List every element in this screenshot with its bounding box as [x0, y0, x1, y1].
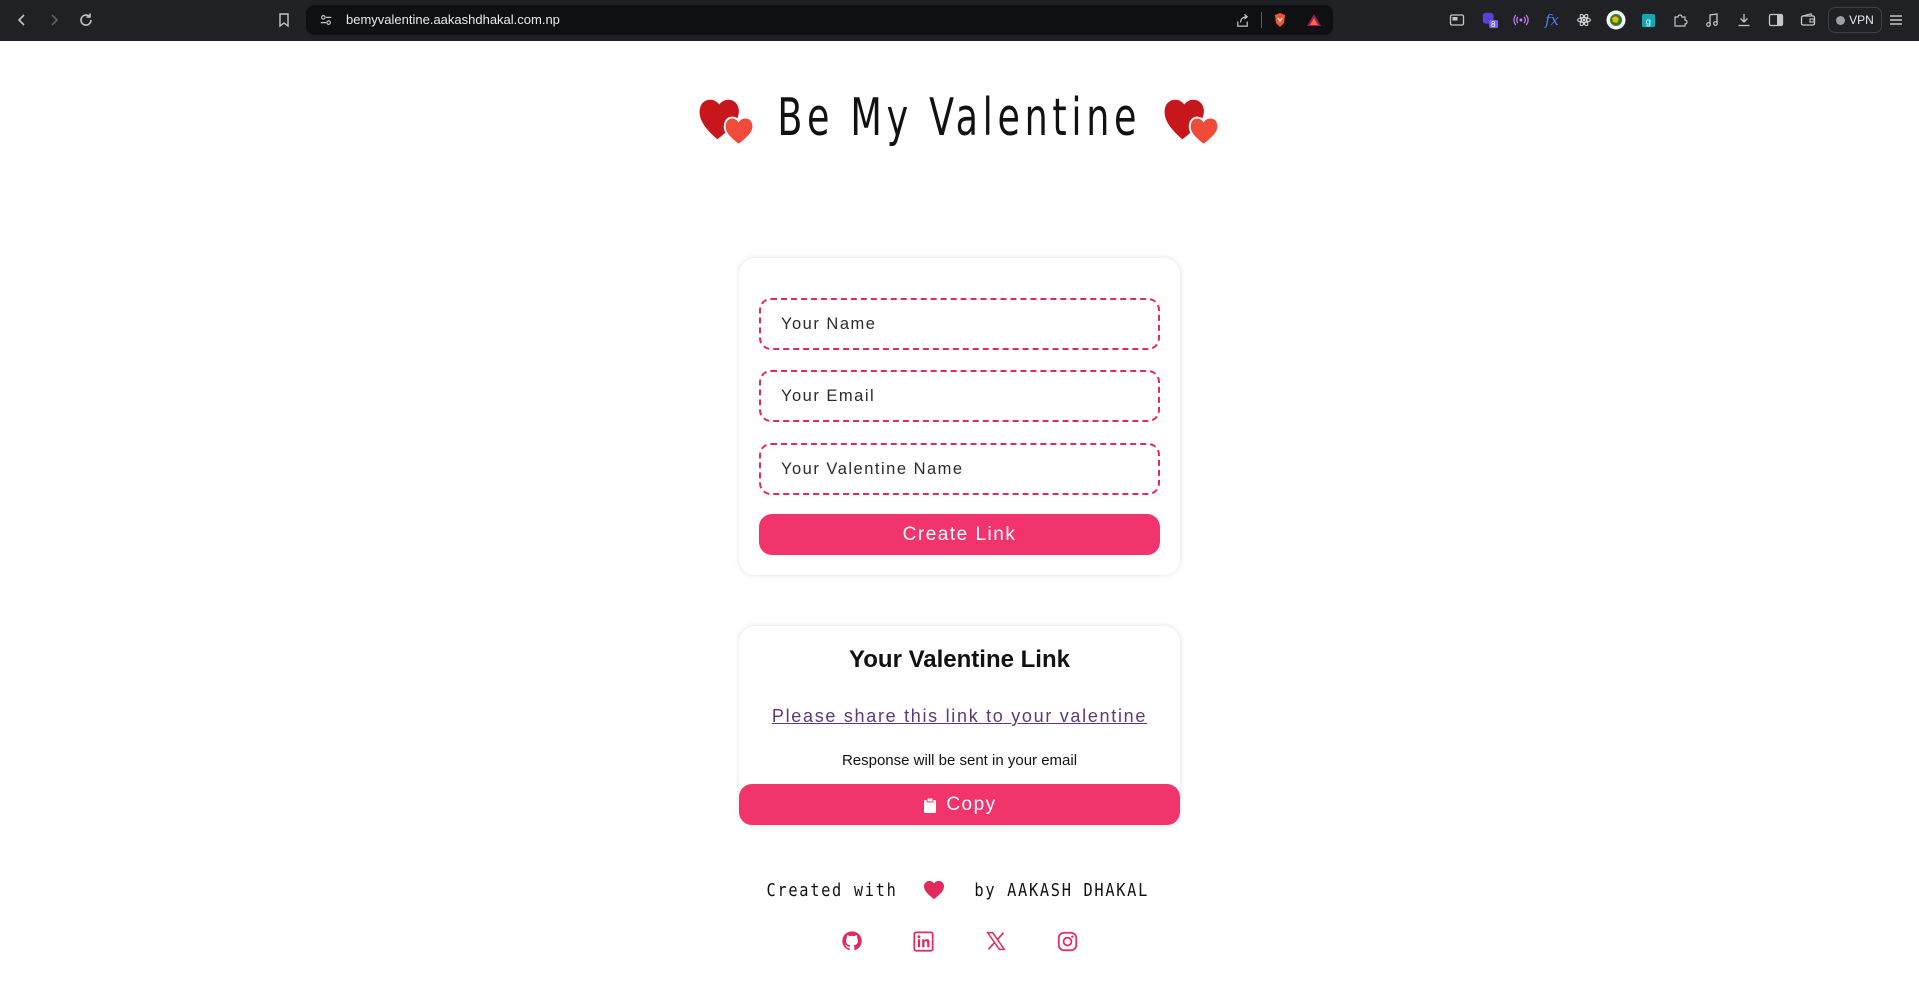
hearts-icon [1163, 89, 1221, 147]
url-text[interactable]: bemyvalentine.aakashdhakal.com.np [346, 12, 560, 27]
hearts-icon [698, 89, 756, 147]
address-bar[interactable]: bemyvalentine.aakashdhakal.com.np [306, 5, 1333, 35]
react-devtools-icon[interactable] [1574, 10, 1594, 30]
share-icon[interactable] [1234, 12, 1250, 28]
forward-icon[interactable] [42, 8, 66, 32]
share-link[interactable]: Please share this link to your valentine [739, 706, 1180, 727]
copy-label: Copy [946, 793, 997, 815]
globe-extension-icon[interactable] [1606, 10, 1626, 30]
author-text: by AAKASH DHAKAL [974, 879, 1149, 901]
social-links [0, 930, 1919, 956]
link-card-title: Your Valentine Link [849, 646, 1070, 673]
wallet-icon[interactable] [1798, 10, 1818, 30]
svg-text:g: g [1645, 16, 1650, 26]
back-icon[interactable] [10, 8, 34, 32]
copy-button[interactable]: Copy [739, 784, 1180, 825]
extension-badge: 8 [1491, 20, 1496, 29]
github-icon[interactable] [841, 930, 863, 952]
clipboard-icon [924, 797, 937, 813]
heart-icon [923, 880, 944, 900]
vpn-label: VPN [1849, 13, 1874, 27]
response-note: Response will be sent in your email [841, 752, 1078, 769]
downloads-icon[interactable] [1734, 10, 1754, 30]
valentine-link-card: Your Valentine Link Please share this li… [739, 626, 1180, 825]
email-input[interactable] [759, 370, 1160, 422]
credit-line: Created with by AAKASH DHAKAL [0, 874, 1919, 906]
site-settings-icon[interactable] [318, 12, 334, 28]
created-with-text: Created with [766, 879, 898, 901]
grammar-extension-icon[interactable]: g [1638, 10, 1658, 30]
menu-icon[interactable] [1886, 10, 1906, 30]
vpn-button[interactable]: VPN [1828, 7, 1882, 33]
function-extension-icon[interactable]: fx [1542, 10, 1562, 30]
sidebar-toggle-icon[interactable] [1766, 10, 1786, 30]
page-header: Be My Valentine [0, 78, 1919, 158]
media-control-icon[interactable] [1702, 10, 1722, 30]
instagram-icon[interactable] [1057, 930, 1079, 952]
valentine-name-input[interactable] [759, 443, 1160, 495]
create-link-button[interactable]: Create Link [759, 514, 1160, 555]
reload-icon[interactable] [74, 8, 98, 32]
name-input[interactable] [759, 298, 1160, 350]
broadcast-icon[interactable] [1511, 10, 1531, 30]
create-link-form: Create Link [739, 258, 1180, 575]
extension-purple-icon[interactable]: 8 [1480, 10, 1500, 30]
brave-shields-icon[interactable] [1272, 12, 1288, 28]
page-title: Be My Valentine [777, 88, 1142, 148]
picture-in-picture-icon[interactable] [1447, 10, 1467, 30]
url-divider [1261, 12, 1262, 28]
extensions-puzzle-icon[interactable] [1670, 10, 1690, 30]
vpn-status-icon [1836, 15, 1846, 25]
linkedin-icon[interactable] [913, 930, 935, 952]
x-icon[interactable] [985, 930, 1007, 952]
brave-rewards-icon[interactable] [1306, 12, 1322, 28]
browser-toolbar: bemyvalentine.aakashdhakal.com.np 8 fx g [0, 0, 1919, 41]
bookmark-icon[interactable] [272, 8, 296, 32]
